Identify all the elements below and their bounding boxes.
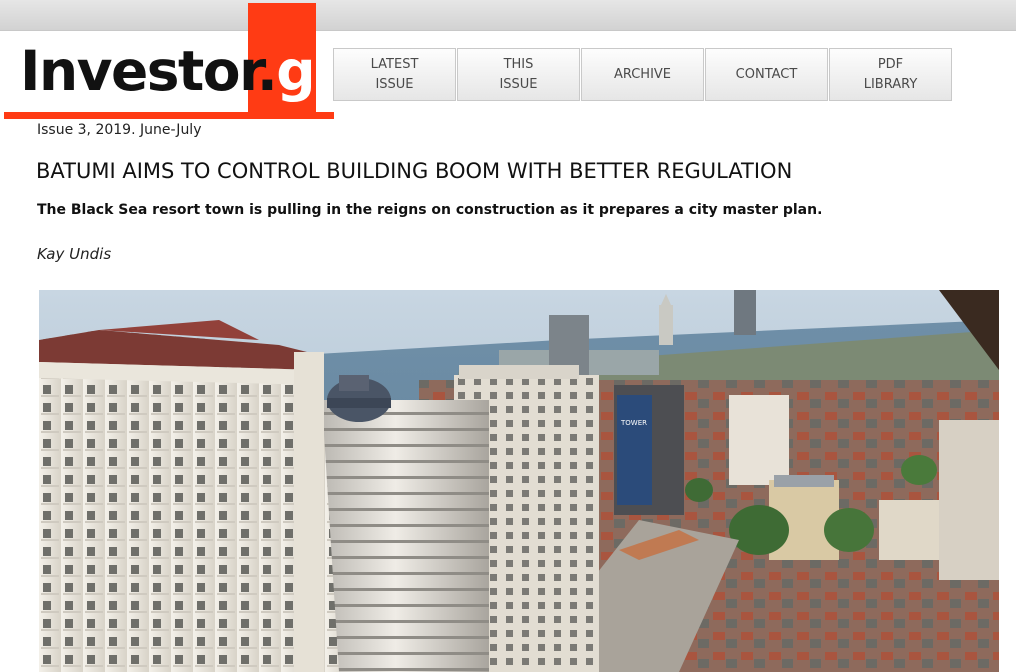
city-skyline-photo: TOWER: [39, 290, 999, 672]
nav-this-issue[interactable]: THIS ISSUE: [457, 48, 580, 101]
logo-main-text: Investor.: [20, 39, 278, 103]
billboard-text: TOWER: [620, 419, 647, 427]
logo-text: Investor.ge: [20, 44, 351, 99]
nav-archive[interactable]: ARCHIVE: [581, 48, 704, 101]
main-nav: LATEST ISSUE THIS ISSUE ARCHIVE CONTACT …: [333, 48, 953, 101]
nav-latest-issue[interactable]: LATEST ISSUE: [333, 48, 456, 101]
article-subtitle: The Black Sea resort town is pulling in …: [37, 202, 823, 218]
article-photo: TOWER: [39, 290, 999, 672]
article-title: BATUMI AIMS TO CONTROL BUILDING BOOM WIT…: [36, 159, 793, 183]
article-author: Kay Undis: [37, 245, 112, 263]
nav-contact[interactable]: CONTACT: [705, 48, 828, 101]
issue-label: Issue 3, 2019. June-July: [37, 122, 202, 138]
nav-pdf-library[interactable]: PDF LIBRARY: [829, 48, 952, 101]
top-bar: [0, 0, 1016, 31]
logo-underline: [4, 112, 334, 119]
